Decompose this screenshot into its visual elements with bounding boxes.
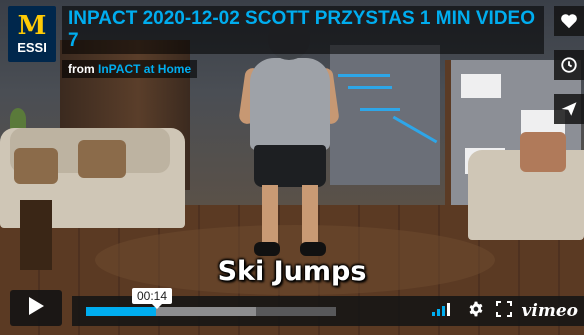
paper-plane-icon bbox=[560, 100, 578, 118]
person-shoe bbox=[254, 242, 280, 256]
person-shoe bbox=[300, 242, 326, 256]
person-leg bbox=[302, 185, 318, 245]
video-title[interactable]: INPACT 2020-12-02 SCOTT PRZYSTAS 1 MIN V… bbox=[68, 8, 538, 52]
video-title-box: INPACT 2020-12-02 SCOTT PRZYSTAS 1 MIN V… bbox=[62, 6, 544, 54]
decor-line bbox=[348, 86, 392, 89]
settings-button[interactable] bbox=[468, 301, 484, 321]
volume-bars-icon bbox=[432, 302, 454, 321]
plant bbox=[10, 108, 26, 130]
right-sofa bbox=[468, 132, 584, 240]
fullscreen-button[interactable] bbox=[496, 300, 512, 322]
grey-wall-panel bbox=[330, 45, 440, 185]
person-shirt bbox=[250, 58, 330, 150]
channel-logo[interactable]: M ESSI bbox=[8, 6, 56, 62]
pillow bbox=[78, 140, 126, 178]
person-shorts bbox=[254, 145, 326, 187]
progress-bar[interactable] bbox=[86, 307, 336, 316]
video-byline: from InPACT at Home bbox=[62, 60, 198, 78]
progress-played bbox=[86, 307, 156, 316]
share-button[interactable] bbox=[554, 94, 584, 124]
vimeo-logo[interactable]: vimeo bbox=[522, 301, 578, 321]
play-button[interactable] bbox=[10, 290, 62, 326]
gear-icon bbox=[468, 301, 484, 322]
shelf-cubby bbox=[461, 74, 501, 98]
video-caption: Ski Jumps bbox=[217, 256, 367, 287]
pillow bbox=[520, 132, 566, 172]
person-leg bbox=[262, 185, 278, 245]
clock-icon bbox=[560, 56, 578, 74]
video-player[interactable]: Ski Jumps M ESSI INPACT 2020-12-02 SCOTT… bbox=[0, 0, 584, 335]
volume-button[interactable] bbox=[432, 301, 454, 321]
decor-line bbox=[338, 74, 390, 77]
watch-later-button[interactable] bbox=[554, 50, 584, 80]
logo-letter: M bbox=[17, 11, 47, 41]
decor-line bbox=[360, 108, 400, 111]
current-time: 00:14 bbox=[132, 288, 173, 309]
play-icon bbox=[27, 296, 45, 321]
like-button[interactable] bbox=[554, 6, 584, 36]
byline-owner-link[interactable]: InPACT at Home bbox=[98, 62, 191, 76]
pillow bbox=[14, 148, 58, 184]
fullscreen-icon bbox=[496, 300, 512, 322]
logo-text: ESSI bbox=[17, 40, 47, 55]
heart-icon bbox=[560, 13, 578, 29]
byline-from: from bbox=[68, 62, 95, 76]
